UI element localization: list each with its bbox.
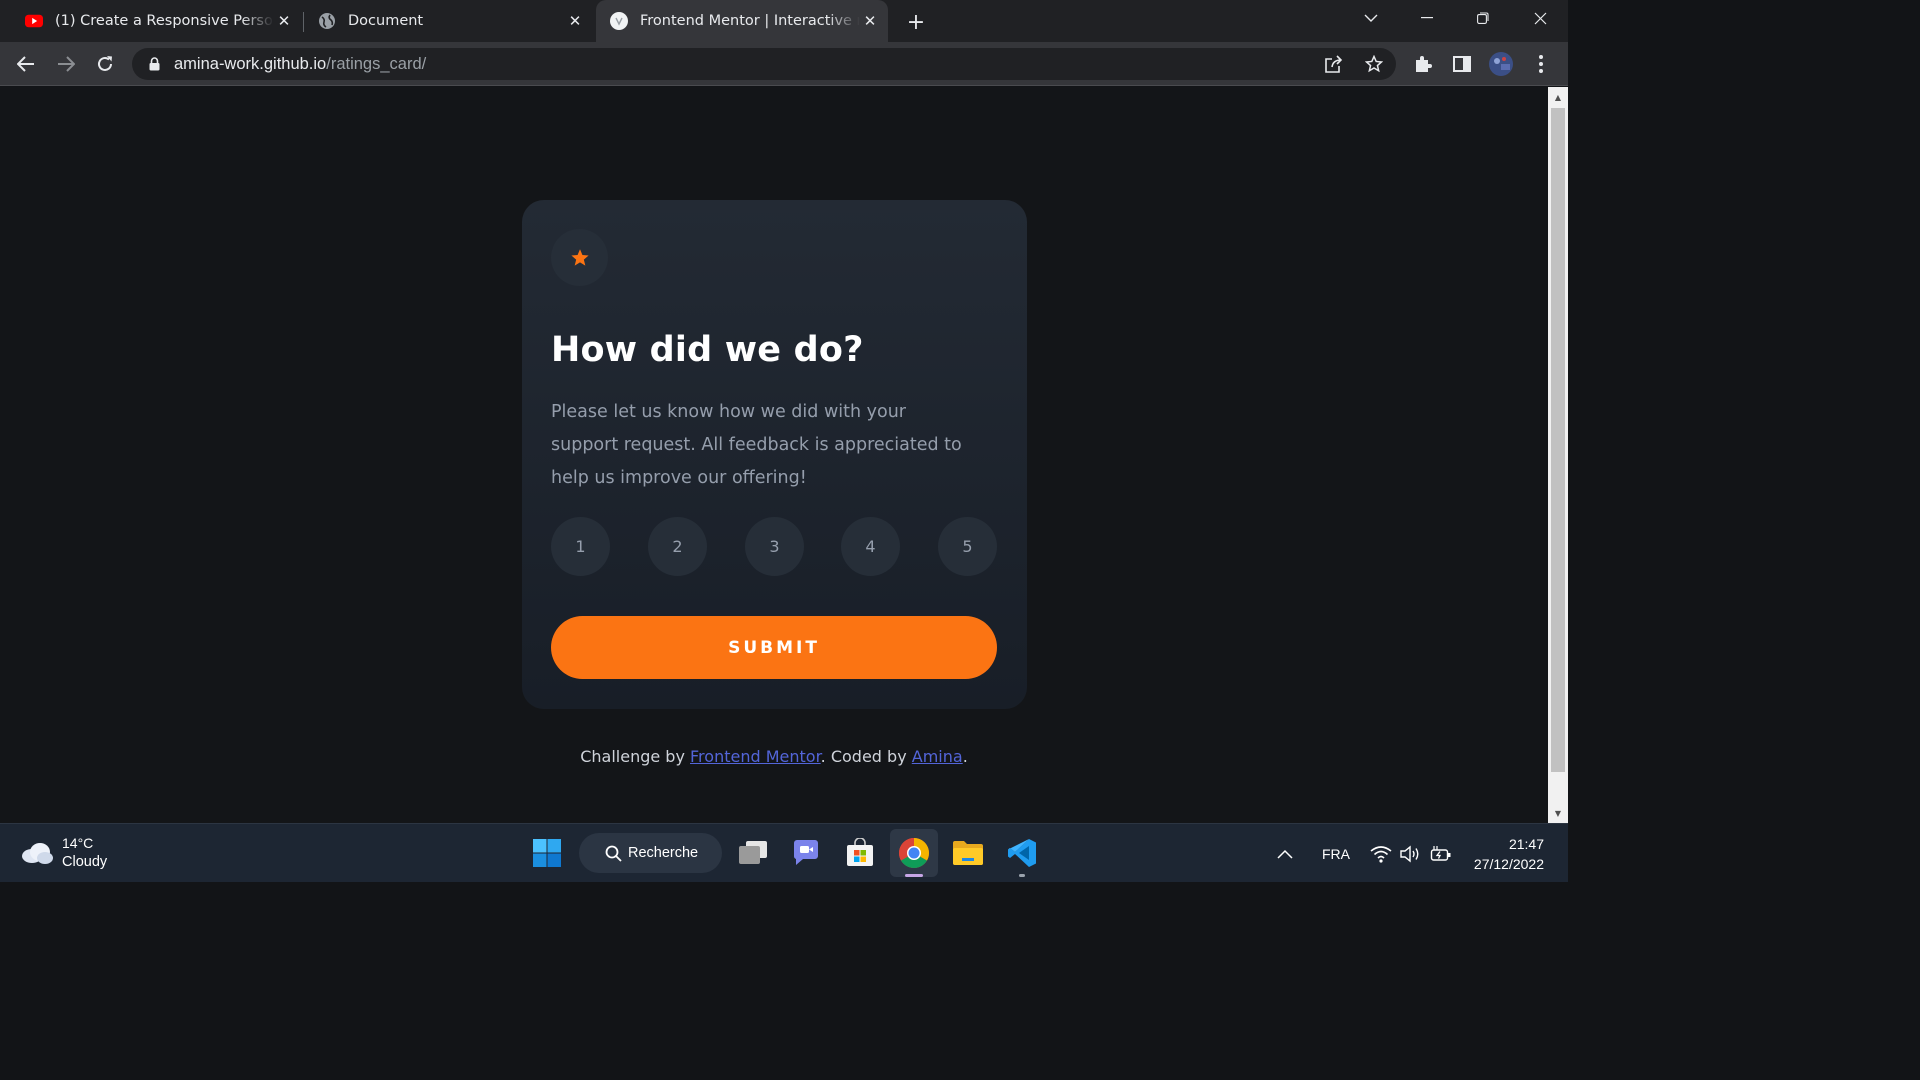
scroll-down-arrow[interactable]: ▼ <box>1553 809 1563 818</box>
browser-toolbar: amina-work.github.io/ratings_card/ <box>0 42 1568 86</box>
rating-button-4[interactable]: 4 <box>841 517 900 576</box>
search-label: Recherche <box>628 845 699 861</box>
page-scrollbar[interactable]: ▲ ▼ <box>1548 87 1568 823</box>
taskbar: 14°C Cloudy Recherche FRA 21:47 27/12/20… <box>0 823 1568 882</box>
close-tab-icon[interactable]: ✕ <box>860 11 880 31</box>
tab-divider <box>303 12 304 32</box>
rating-button-1[interactable]: 1 <box>551 517 610 576</box>
close-tab-icon[interactable]: ✕ <box>274 11 294 31</box>
clock-date: 27/12/2022 <box>1473 856 1544 872</box>
attribution-prefix: Challenge by <box>580 747 691 766</box>
scrollbar-thumb[interactable] <box>1551 108 1565 772</box>
show-hidden-icons[interactable] <box>1277 824 1293 883</box>
tab-frontend-mentor[interactable]: Frontend Mentor | Interactive rati ✕ <box>596 0 888 42</box>
star-badge <box>551 229 608 286</box>
youtube-icon <box>25 12 43 30</box>
address-bar[interactable]: amina-work.github.io/ratings_card/ <box>132 48 1396 80</box>
rating-button-2[interactable]: 2 <box>648 517 707 576</box>
file-explorer-icon[interactable] <box>950 835 986 871</box>
attribution-suffix: . <box>962 747 968 766</box>
side-panel-icon[interactable] <box>1448 50 1476 78</box>
card-title: How did we do? <box>551 330 864 370</box>
windows-icon <box>533 839 561 867</box>
scroll-up-arrow[interactable]: ▲ <box>1553 93 1563 102</box>
back-button[interactable] <box>12 50 40 78</box>
browser-tabstrip: (1) Create a Responsive Personal ✕ Docum… <box>0 0 1568 42</box>
language-indicator[interactable]: FRA <box>1322 824 1350 883</box>
taskbar-search[interactable]: Recherche <box>579 833 722 873</box>
bookmark-star-icon[interactable] <box>1362 52 1386 76</box>
url-text[interactable]: amina-work.github.io/ratings_card/ <box>174 55 426 74</box>
search-icon <box>604 844 622 862</box>
tab-youtube[interactable]: (1) Create a Responsive Personal ✕ <box>16 0 300 42</box>
wifi-icon[interactable] <box>1370 824 1392 883</box>
weather-temperature: 14°C <box>62 835 94 851</box>
task-view-icon[interactable] <box>735 835 771 871</box>
vscode-icon[interactable] <box>1004 835 1040 871</box>
weather-widget[interactable]: 14°C Cloudy <box>20 834 107 872</box>
profile-avatar[interactable] <box>1487 50 1515 78</box>
new-tab-button[interactable]: + <box>903 9 929 35</box>
chrome-running-indicator <box>905 874 923 877</box>
rating-options: 1 2 3 4 5 <box>551 517 997 576</box>
chevron-up-icon <box>1277 849 1293 859</box>
tab-title: Frontend Mentor | Interactive rati <box>640 13 860 29</box>
attribution-middle: . Coded by <box>820 747 912 766</box>
menu-kebab-icon[interactable] <box>1527 50 1555 78</box>
page-viewport: How did we do? Please let us know how we… <box>0 87 1548 823</box>
lock-icon[interactable] <box>146 56 162 72</box>
teams-chat-icon[interactable] <box>788 835 824 871</box>
rating-card: How did we do? Please let us know how we… <box>522 200 1027 709</box>
tab-title: Document <box>348 13 424 29</box>
star-icon <box>570 248 589 266</box>
volume-icon[interactable] <box>1399 824 1421 883</box>
cloud-icon <box>22 843 53 864</box>
tab-title: (1) Create a Responsive Personal <box>55 13 274 29</box>
minimize-button[interactable] <box>1399 0 1455 36</box>
chrome-icon[interactable] <box>896 835 932 871</box>
rating-button-5[interactable]: 5 <box>938 517 997 576</box>
system-clock[interactable]: 21:47 27/12/2022 <box>1474 834 1544 874</box>
close-tab-icon[interactable]: ✕ <box>565 11 585 31</box>
vscode-running-indicator <box>1019 874 1025 877</box>
submit-button[interactable]: SUBMIT <box>551 616 997 679</box>
tab-search-icon[interactable] <box>1343 0 1399 36</box>
author-link[interactable]: Amina <box>912 747 963 766</box>
forward-button[interactable] <box>52 50 80 78</box>
reload-button[interactable] <box>91 50 119 78</box>
weather-condition: Cloudy <box>62 854 108 870</box>
close-window-button[interactable] <box>1512 0 1568 36</box>
rating-button-3[interactable]: 3 <box>745 517 804 576</box>
start-button[interactable] <box>529 835 565 871</box>
extensions-icon[interactable] <box>1409 50 1437 78</box>
card-description: Please let us know how we did with your … <box>551 402 962 488</box>
attribution: Challenge by Frontend Mentor. Coded by A… <box>0 747 1548 766</box>
restore-button[interactable] <box>1455 0 1511 36</box>
globe-icon <box>318 12 336 30</box>
frontend-mentor-icon <box>610 12 628 30</box>
microsoft-store-icon[interactable] <box>842 835 878 871</box>
battery-icon[interactable] <box>1430 824 1452 883</box>
tab-document[interactable]: Document ✕ <box>309 0 591 42</box>
frontend-mentor-link[interactable]: Frontend Mentor <box>690 747 821 766</box>
clock-time: 21:47 <box>1508 836 1544 852</box>
share-icon[interactable] <box>1322 52 1346 76</box>
